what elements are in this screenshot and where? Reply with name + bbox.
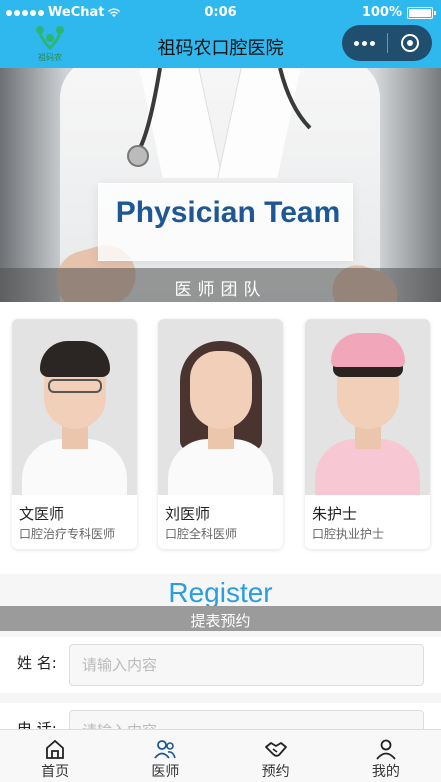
status-bar: WeChat 0:06 100% — [0, 0, 441, 26]
photo-nurse-cap — [331, 333, 405, 367]
user-icon — [376, 739, 396, 760]
doctor-name: 刘医师 — [165, 505, 211, 523]
stethoscope-icon — [127, 68, 312, 167]
doctor-role: 口腔治疗专科医师 — [19, 527, 116, 541]
photo-face — [190, 351, 252, 429]
home-icon — [46, 739, 65, 759]
doctor-card[interactable]: 朱护士 口腔执业护士 — [305, 319, 430, 549]
tab-mine[interactable]: 我的 — [331, 730, 441, 782]
doctor-role: 口腔全科医师 — [165, 527, 238, 541]
doctor-photo — [12, 319, 137, 495]
doctor-list: 文医师 口腔治疗专科医师 刘医师 口腔全科医师 朱护士 口腔执业护士 — [0, 302, 441, 574]
tab-home[interactable]: 首页 — [0, 730, 110, 782]
banner-subtitle: 医师团队 — [174, 280, 267, 300]
battery-percent: 100% — [361, 5, 402, 20]
tab-bar: 首页 医师 预约 我的 — [0, 729, 441, 782]
register-subtitle: 提表预约 — [190, 612, 251, 630]
doctor-name: 朱护士 — [312, 505, 358, 523]
register-section: Register 提表预约 姓 名: 电 话: — [0, 574, 441, 759]
menu-capsule — [342, 25, 432, 61]
status-right: 100% — [361, 5, 436, 20]
tab-doctors[interactable]: 医师 — [110, 730, 220, 782]
close-button[interactable] — [388, 25, 432, 61]
doctor-role: 口腔执业护士 — [312, 527, 385, 541]
doctor-photo — [305, 319, 430, 495]
doctor-card[interactable]: 刘医师 口腔全科医师 — [158, 319, 283, 549]
close-circle-icon — [401, 34, 419, 52]
battery-icon — [407, 6, 436, 19]
register-title: Register — [168, 577, 273, 608]
tab-label: 首页 — [41, 764, 70, 780]
tab-appointment[interactable]: 预约 — [221, 730, 331, 782]
doctor-name: 文医师 — [19, 505, 65, 523]
more-button[interactable] — [342, 25, 387, 61]
photo-glasses — [48, 379, 102, 393]
handshake-icon — [264, 742, 287, 757]
team-banner: Physician Team 医师团队 — [0, 68, 441, 302]
doctor-card[interactable]: 文医师 口腔治疗专科医师 — [12, 319, 137, 549]
name-input[interactable] — [69, 644, 424, 686]
photo-hair — [40, 341, 110, 377]
tab-label: 我的 — [371, 764, 400, 780]
doctor-photo — [158, 319, 283, 495]
name-field-row: 姓 名: — [0, 637, 441, 693]
tab-label: 医师 — [151, 764, 180, 780]
banner-title: Physician Team — [115, 196, 341, 229]
tab-label: 预约 — [261, 764, 290, 780]
nav-bar: WeChat 0:06 100% 祖码农 祖码农口腔医院 — [0, 0, 441, 68]
doctors-icon — [154, 740, 177, 759]
name-label: 姓 名: — [17, 654, 57, 672]
